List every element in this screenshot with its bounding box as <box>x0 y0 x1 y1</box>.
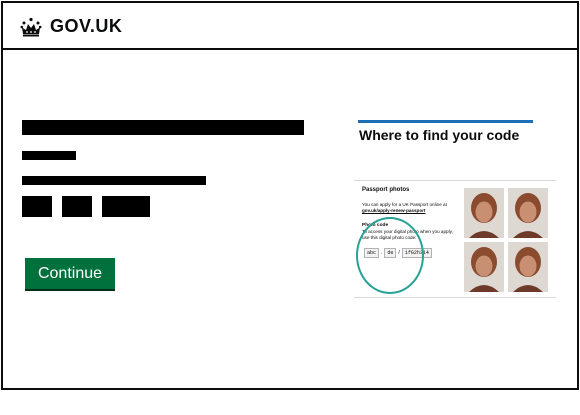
redacted-text <box>22 176 206 185</box>
passport-photos <box>464 188 548 292</box>
code-highlight-circle <box>356 217 424 294</box>
logo-text: GOV.UK <box>50 16 123 36</box>
redacted-field-year <box>102 196 150 217</box>
passport-photo <box>508 242 548 292</box>
site-header: GOV.UK <box>3 3 577 50</box>
continue-button[interactable]: Continue <box>25 258 115 289</box>
redacted-field-day <box>22 196 52 217</box>
passport-photo <box>508 188 548 238</box>
sidebar-title: Where to find your code <box>359 127 520 143</box>
redacted-heading <box>22 120 304 135</box>
passport-photo <box>464 188 504 238</box>
example-link: gov.uk/apply-renew-passport <box>362 208 426 213</box>
sidebar-top-rule <box>358 120 533 123</box>
example-heading: Passport photos <box>362 187 410 193</box>
crown-icon <box>20 17 42 36</box>
passport-photo <box>464 242 504 292</box>
redacted-field-month <box>62 196 92 217</box>
redacted-label <box>22 151 76 160</box>
govuk-logo-link[interactable]: GOV.UK <box>20 16 122 37</box>
